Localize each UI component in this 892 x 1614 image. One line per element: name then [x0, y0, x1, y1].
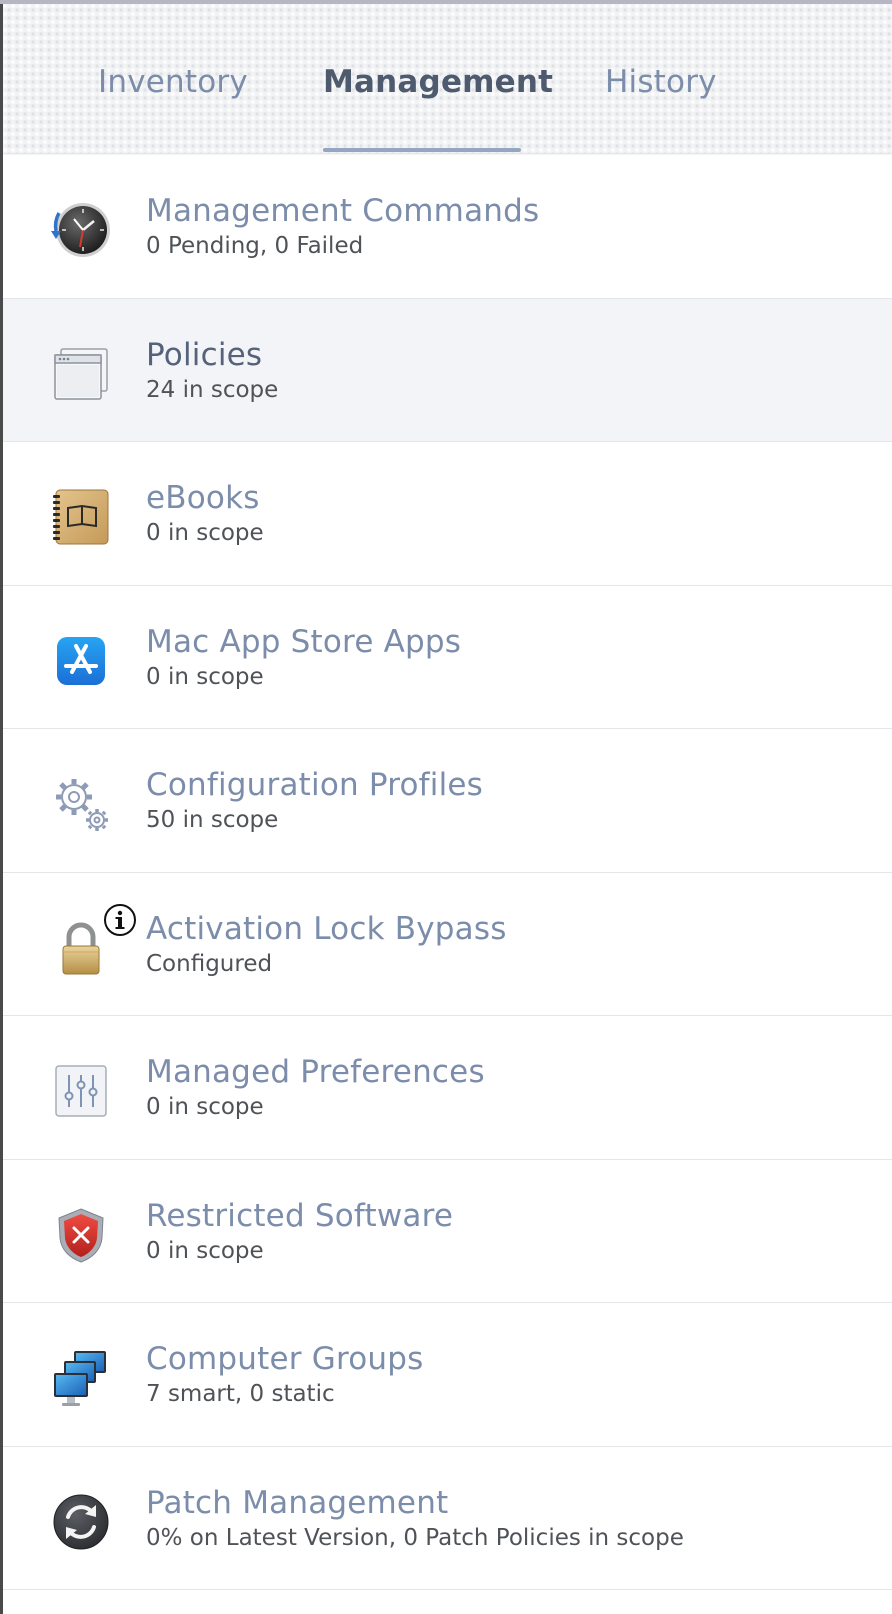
item-title: Configuration Profiles [146, 767, 484, 803]
item-subtitle: 0 in scope [146, 1237, 264, 1264]
item-title: Policies [146, 336, 263, 373]
list-item-computer-groups[interactable]: Computer Groups 7 smart, 0 static [3, 1303, 892, 1447]
sliders-icon [50, 1060, 112, 1122]
item-title: Restricted Software [146, 1197, 454, 1234]
item-title: Computer Groups [146, 1341, 424, 1377]
computers-icon [50, 1347, 112, 1409]
book-icon [50, 486, 112, 548]
item-title: eBooks [146, 480, 260, 516]
tab-management[interactable]: Management [323, 64, 553, 100]
list-item-activation-lock-bypass[interactable]: Activation Lock Bypass Configured [3, 872, 892, 1016]
app-store-icon [50, 630, 112, 692]
window-left-border [0, 0, 3, 1614]
sync-icon [50, 1491, 112, 1553]
list-item-ebooks[interactable]: eBooks 0 in scope [3, 442, 892, 586]
window-top-border [0, 0, 892, 4]
item-subtitle: 0% on Latest Version, 0 Patch Policies i… [146, 1524, 684, 1551]
item-title: Management Commands [146, 193, 540, 229]
item-subtitle: 24 in scope [146, 376, 279, 403]
item-subtitle: 0 in scope [146, 1094, 264, 1120]
list-item-policies[interactable]: Policies 24 in scope [3, 298, 892, 442]
item-title: Activation Lock Bypass [146, 910, 507, 947]
item-subtitle: 50 in scope [146, 807, 279, 833]
list-item-management-commands[interactable]: Management Commands 0 Pending, 0 Failed [3, 155, 892, 299]
list-item-patch-management[interactable]: Patch Management 0% on Latest Version, 0… [3, 1446, 892, 1590]
item-subtitle: 0 in scope [146, 663, 264, 690]
gears-icon [50, 773, 112, 835]
window-icon [50, 343, 112, 405]
list-item-managed-preferences[interactable]: Managed Preferences 0 in scope [3, 1016, 892, 1160]
item-title: Managed Preferences [146, 1054, 485, 1090]
management-list: Management Commands 0 Pending, 0 Failed … [3, 155, 892, 1590]
shield-icon [50, 1204, 112, 1266]
tab-inventory[interactable]: Inventory [98, 64, 248, 100]
info-icon[interactable] [103, 903, 137, 937]
item-title: Mac App Store Apps [146, 623, 462, 660]
list-item-configuration-profiles[interactable]: Configuration Profiles 50 in scope [3, 729, 892, 873]
list-item-restricted-software[interactable]: Restricted Software 0 in scope [3, 1159, 892, 1303]
item-subtitle: 0 Pending, 0 Failed [146, 233, 364, 259]
list-item-mac-app-store-apps[interactable]: Mac App Store Apps 0 in scope [3, 585, 892, 729]
tab-history[interactable]: History [605, 64, 717, 100]
item-title: Patch Management [146, 1484, 449, 1521]
active-tab-indicator [323, 148, 521, 152]
tab-bar: Inventory Management History [3, 4, 892, 154]
item-subtitle: 0 in scope [146, 520, 264, 546]
item-subtitle: 7 smart, 0 static [146, 1381, 335, 1407]
item-subtitle: Configured [146, 950, 273, 977]
clock-icon [50, 199, 112, 261]
